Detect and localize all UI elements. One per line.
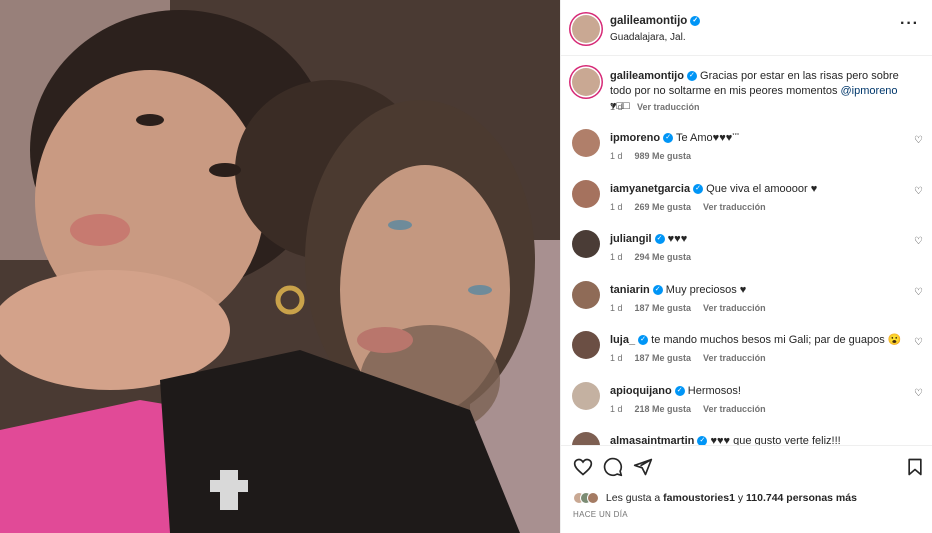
comment-avatar[interactable] xyxy=(572,179,600,208)
post-location[interactable]: Guadalajara, Jal. xyxy=(610,32,686,43)
like-heart-icon[interactable] xyxy=(573,457,593,477)
comment-like-heart-icon[interactable]: ♡ xyxy=(914,388,923,399)
verified-icon: ✓ xyxy=(686,71,697,82)
caption-meta: 1 d Ver traducción xyxy=(610,102,700,112)
post-actions: Les gusta a famoustories1 y 110.744 pers… xyxy=(561,445,932,533)
comment-likes[interactable]: 218 Me gusta xyxy=(635,404,692,414)
comment-avatar[interactable] xyxy=(572,381,600,410)
post-photo[interactable] xyxy=(0,0,560,533)
comment-username[interactable]: luja_ xyxy=(610,334,635,346)
comment-likes[interactable]: 269 Me gusta xyxy=(635,202,692,212)
comment-meta: 1 d 218 Me gusta Ver traducción xyxy=(610,404,778,414)
comment-likes[interactable]: 294 Me gusta xyxy=(635,252,692,262)
comment-body: Muy preciosos ♥ xyxy=(665,283,747,296)
post-panel: galileamontijo ✓ Guadalajara, Jal. ··· ga… xyxy=(560,0,932,533)
author-avatar[interactable] xyxy=(572,15,600,43)
comment-like-heart-icon[interactable]: ♡ xyxy=(914,186,923,197)
comment-username[interactable]: almasaintmartin xyxy=(610,435,694,445)
comment-avatar[interactable] xyxy=(572,280,600,309)
comment-likes[interactable]: 187 Me gusta xyxy=(635,303,692,313)
comment-body: ♥♥♥ que gusto verte feliz!!! xyxy=(710,435,841,445)
comment-avatar[interactable] xyxy=(572,432,600,445)
translate-link[interactable]: Ver traducción xyxy=(637,102,700,112)
comment-like-heart-icon[interactable]: ♡ xyxy=(914,236,923,247)
comment-avatar[interactable] xyxy=(572,230,600,258)
verified-icon: ✓ xyxy=(654,234,665,245)
comment-text: juliangil ✓ ♥♥♥ xyxy=(610,232,910,247)
comment-time: 1 d xyxy=(610,302,623,313)
comments-list[interactable]: galileamontijo ✓ Gracias por estar en las… xyxy=(561,57,932,445)
comment-body: te mando muchos besos mi Gali; par de gu… xyxy=(651,334,902,346)
verified-icon: ✓ xyxy=(693,183,704,194)
comment-username[interactable]: ipmoreno xyxy=(610,132,660,144)
comment-body: Hermosos! xyxy=(687,384,741,397)
verified-icon: ✓ xyxy=(638,335,649,346)
comment-meta: 1 d 187 Me gusta Ver traducción xyxy=(610,353,778,363)
more-options-icon[interactable]: ··· xyxy=(900,15,919,33)
comment-text: iamyanetgarcia ✓ Que viva el amoooor ♥ xyxy=(610,182,910,197)
comment-like-heart-icon[interactable]: ♡ xyxy=(914,135,923,146)
caption-avatar[interactable] xyxy=(572,68,600,96)
comment-icon[interactable] xyxy=(603,457,623,477)
comment-like-heart-icon[interactable]: ♡ xyxy=(914,337,923,348)
verified-icon: ✓ xyxy=(663,133,674,144)
comment-time: 1 d xyxy=(610,403,623,414)
comment-meta: 1 d 294 Me gusta xyxy=(610,252,703,262)
comment-text: apioquijano ✓ Hermosos! xyxy=(610,384,910,399)
comment-like-heart-icon[interactable]: ♡ xyxy=(914,287,923,298)
verified-icon: ✓ xyxy=(652,284,663,295)
comment-text: luja_ ✓ te mando muchos besos mi Gali; pa… xyxy=(610,333,910,348)
post-header: galileamontijo ✓ Guadalajara, Jal. ··· xyxy=(561,0,932,56)
translate-link[interactable]: Ver traducción xyxy=(703,303,766,313)
comment-username[interactable]: juliangil xyxy=(610,233,652,245)
comment-time: 1 d xyxy=(610,252,623,262)
author-username[interactable]: galileamontijo ✓ xyxy=(610,15,701,27)
liker-username[interactable]: famoustories1 xyxy=(663,492,735,504)
comment-time: 1 d xyxy=(610,353,623,363)
comment-meta: 1 d 989 Me gusta xyxy=(610,151,703,161)
comment-likes[interactable]: 989 Me gusta xyxy=(635,151,692,161)
liker-avatar xyxy=(587,492,599,505)
comment-meta: 1 d 187 Me gusta Ver traducción xyxy=(610,303,778,313)
comment-text: taniarin ✓ Muy preciosos ♥ xyxy=(610,283,910,298)
comment-avatar[interactable] xyxy=(572,331,600,359)
photo-illustration xyxy=(0,0,560,533)
comment-meta: 1 d 269 Me gusta Ver traducción xyxy=(610,202,778,212)
comment-username[interactable]: taniarin xyxy=(610,284,650,296)
comment-username[interactable]: iamyanetgarcia xyxy=(610,183,690,195)
share-icon[interactable] xyxy=(633,457,653,477)
comment-body: ♥♥♥ xyxy=(667,233,688,245)
likes-count[interactable]: 110.744 personas más xyxy=(746,492,857,504)
translate-link[interactable]: Ver traducción xyxy=(703,202,766,212)
verified-icon: ✓ xyxy=(690,15,701,26)
save-bookmark-icon[interactable] xyxy=(905,457,925,477)
likes-summary[interactable]: Les gusta a famoustories1 y 110.744 pers… xyxy=(573,492,857,505)
post-time: HACE UN DÍA xyxy=(573,510,628,519)
comment-likes[interactable]: 187 Me gusta xyxy=(635,353,692,363)
comment-text: almasaintmartin ✓ ♥♥♥ que gusto verte fel… xyxy=(610,434,910,445)
comment-body: Que viva el amoooor ♥ xyxy=(706,182,818,195)
verified-icon: ✓ xyxy=(674,385,685,396)
caption-mention[interactable]: @ipmoreno xyxy=(841,85,898,97)
translate-link[interactable]: Ver traducción xyxy=(703,404,766,414)
comment-avatar[interactable] xyxy=(572,129,600,157)
comment-body: Te Amo♥♥♥་་་ xyxy=(675,132,740,144)
comment-time: 1 d xyxy=(610,151,623,161)
comment-time: 1 d xyxy=(610,201,623,212)
comment-username[interactable]: apioquijano xyxy=(610,385,672,397)
translate-link[interactable]: Ver traducción xyxy=(703,353,766,363)
comment-text: ipmoreno ✓ Te Amo♥♥♥་་་ xyxy=(610,131,910,146)
verified-icon: ✓ xyxy=(697,436,708,445)
